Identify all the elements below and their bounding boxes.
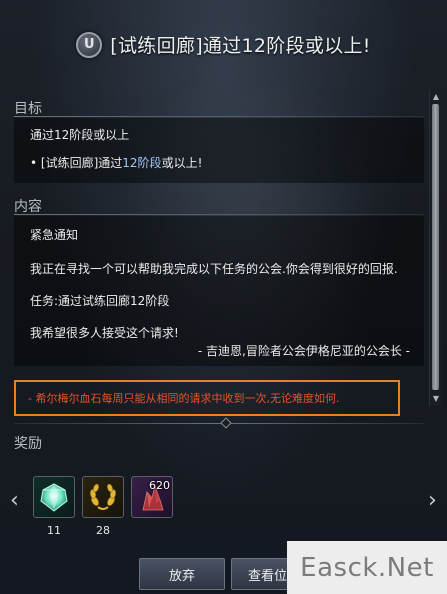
diamond-icon (220, 417, 232, 429)
title-bar: U [试练回廊]通过12阶段或以上! (0, 0, 447, 95)
content-signature: - 吉迪恩,冒险者公会伊格尼亚的公会长 - (197, 344, 410, 358)
notice-box: - 希尔梅尔血石每周只能从相同的请求中收到一次,无论难度如何. (14, 380, 400, 416)
quest-window: U [试练回廊]通过12阶段或以上! 目标 通过12阶段或以上 • [试练回廊]… (0, 0, 447, 594)
objective-label: 目标 (14, 101, 42, 117)
objective-panel: 通过12阶段或以上 • [试练回廊]通过12阶段或以上! (14, 118, 424, 183)
content-heading: 紧急通知 (30, 228, 79, 242)
objective-sub-text: • [试练回廊]通过12阶段或以上! (30, 154, 202, 171)
reward-slot-gem[interactable] (33, 476, 75, 518)
quest-title: [试练回廊]通过12阶段或以上! (110, 35, 371, 57)
reward-stack-bloodstone: 620 (149, 479, 170, 492)
reward-slot-bloodstone[interactable]: 620 (131, 476, 173, 518)
gem-icon (40, 483, 68, 512)
chevron-left-icon[interactable]: ‹ (10, 488, 19, 513)
content-divider (14, 214, 424, 215)
rewards-label: 奖励 (14, 436, 42, 452)
scroll-thumb[interactable] (432, 104, 439, 390)
abandon-button[interactable]: 放弃 (139, 558, 225, 590)
bullet: • (30, 156, 38, 170)
objective-main-text: 通过12阶段或以上 (30, 128, 130, 142)
objective-divider (14, 116, 424, 117)
chevron-right-icon[interactable]: › (428, 488, 437, 513)
section-divider (14, 423, 424, 424)
objective-highlight: 12阶段 (122, 156, 162, 170)
reward-slot-laurel[interactable] (82, 476, 124, 518)
laurel-wreath-icon (90, 483, 116, 510)
objective-sub-prefix: [试练回廊]通过 (40, 156, 123, 170)
notice-text: - 希尔梅尔血石每周只能从相同的请求中收到一次,无论难度如何. (28, 392, 340, 405)
objective-sub-suffix: 或以上! (161, 156, 203, 170)
reward-count-gem: 11 (47, 524, 61, 537)
scroll-up-icon[interactable]: ▲ (431, 92, 441, 102)
reward-count-laurel: 28 (96, 524, 110, 537)
content-line-3: 我希望很多人接受这个请求! (30, 326, 179, 340)
content-panel: 紧急通知 我正在寻找一个可以帮助我完成以下任务的公会.你会得到很好的回报. 任务… (14, 216, 424, 366)
watermark-logo: Easck.Net (287, 541, 447, 594)
content-line-2: 任务:通过试练回廊12阶段 (30, 294, 170, 308)
shield-u-icon: U (76, 31, 103, 58)
content-label: 内容 (14, 199, 42, 215)
scroll-down-icon[interactable]: ▼ (431, 394, 441, 404)
content-line-1: 我正在寻找一个可以帮助我完成以下任务的公会.你会得到很好的回报. (30, 262, 398, 276)
title-wrap: U [试练回廊]通过12阶段或以上! (76, 31, 370, 58)
scrollbar[interactable]: ▲ ▼ (429, 90, 441, 406)
